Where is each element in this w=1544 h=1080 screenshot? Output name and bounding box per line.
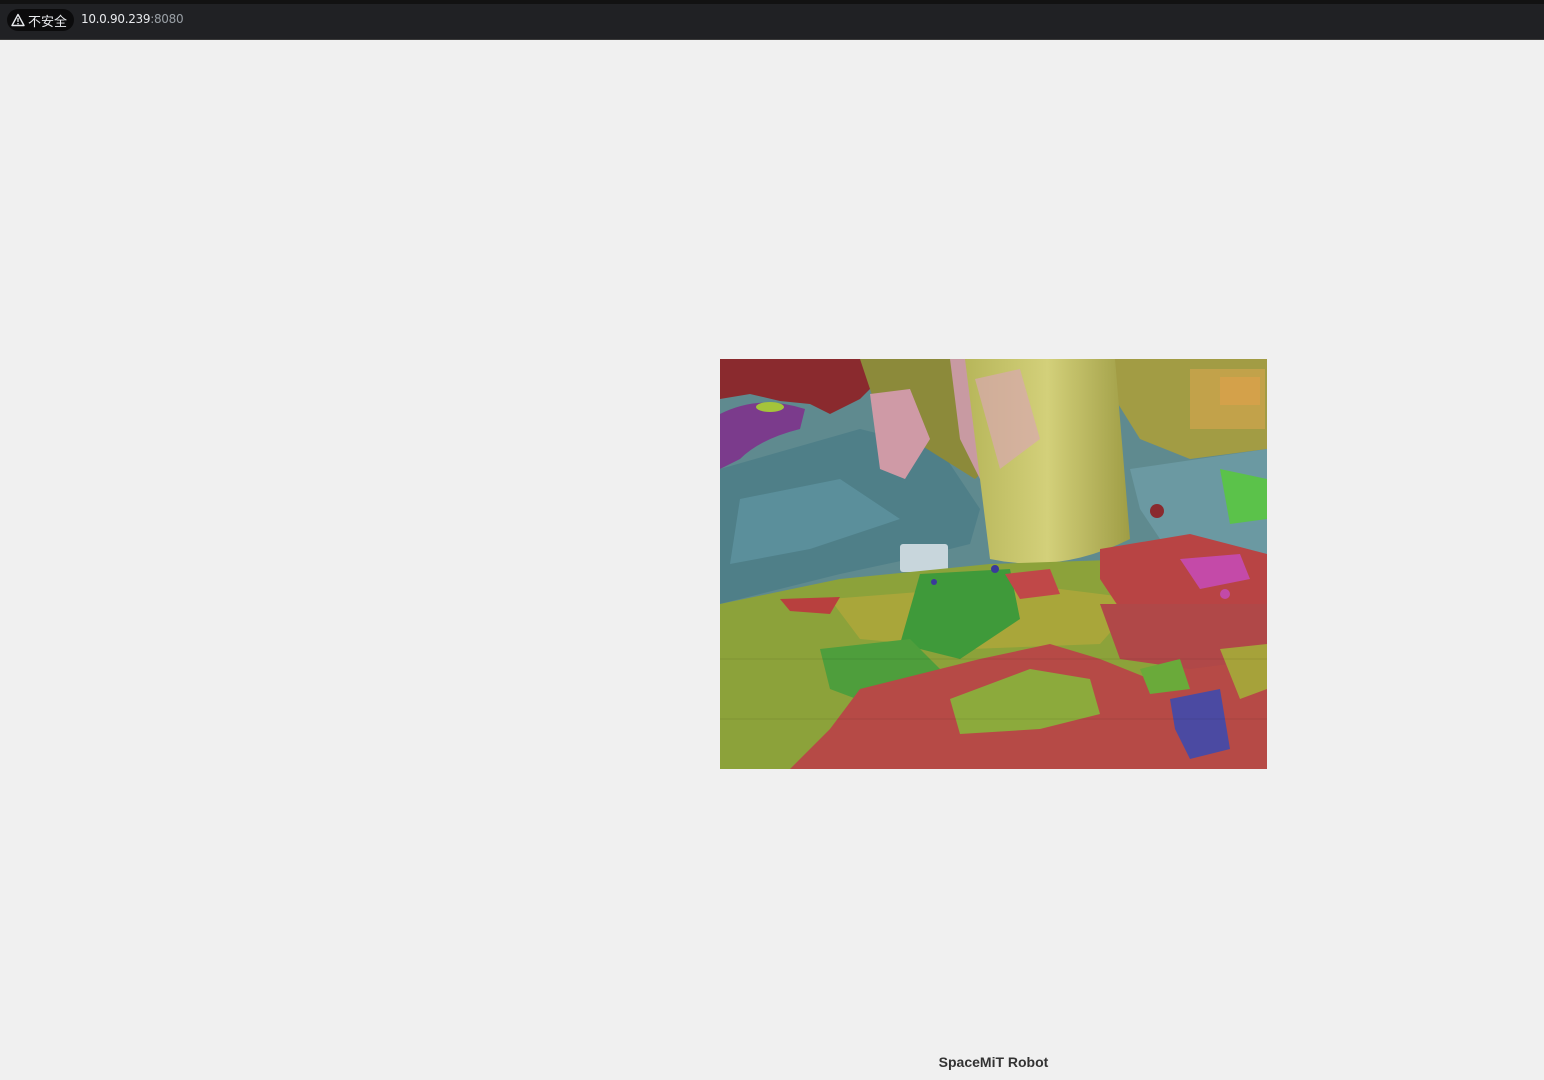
- security-indicator[interactable]: 不安全: [7, 9, 75, 31]
- url-field[interactable]: 10.0.90.239:8080: [81, 12, 184, 26]
- url-host: 10.0.90.239: [81, 12, 151, 26]
- warning-triangle-icon: [11, 13, 25, 27]
- page-viewport: SpaceMiT Robot: [0, 40, 1544, 1080]
- security-label: 不安全: [28, 14, 68, 30]
- footer-brand: SpaceMiT Robot: [938, 1054, 1049, 1070]
- segmentation-video-stream: [720, 359, 1267, 769]
- browser-address-bar: 不安全 10.0.90.239:8080: [0, 0, 1544, 40]
- url-port: :8080: [150, 12, 184, 26]
